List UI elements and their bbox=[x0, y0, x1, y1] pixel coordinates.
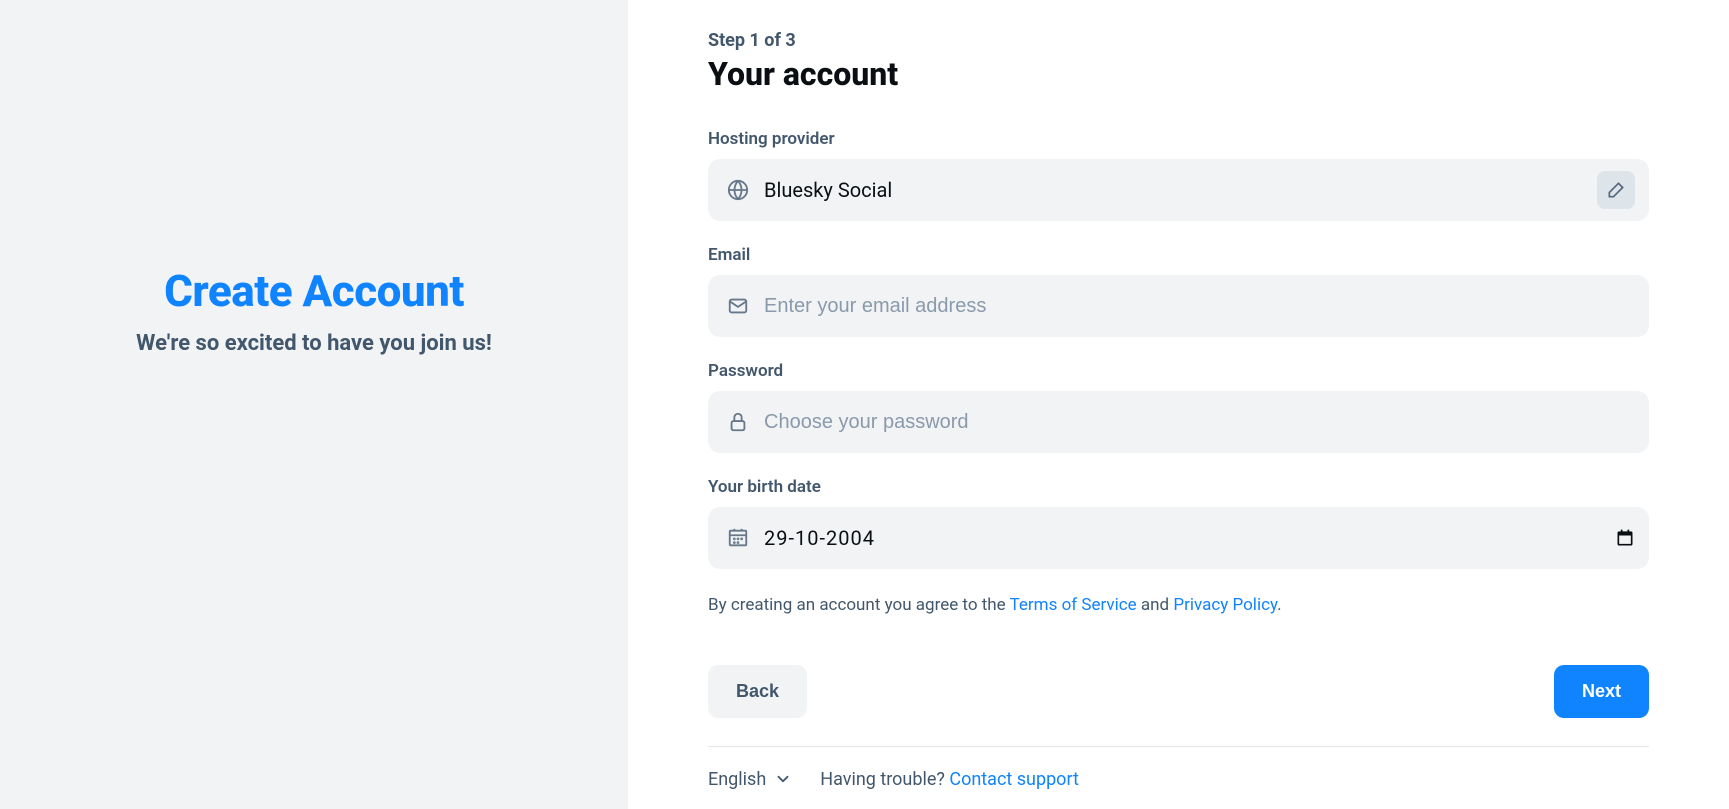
terms-suffix: . bbox=[1277, 595, 1281, 615]
birthdate-label: Your birth date bbox=[708, 477, 1649, 497]
left-subtitle: We're so excited to have you join us! bbox=[136, 331, 492, 356]
calendar-icon bbox=[1615, 528, 1635, 548]
password-label: Password bbox=[708, 361, 1649, 381]
hosting-provider-field[interactable]: Bluesky Social bbox=[708, 159, 1649, 221]
language-selector[interactable]: English bbox=[708, 769, 792, 790]
hosting-provider-value: Bluesky Social bbox=[764, 178, 1583, 202]
edit-hosting-button[interactable] bbox=[1597, 171, 1635, 209]
calendar-grid-icon bbox=[726, 526, 750, 550]
birthdate-field[interactable]: 29-10-2004 bbox=[708, 507, 1649, 569]
terms-prefix: By creating an account you agree to the bbox=[708, 595, 1010, 615]
terms-text: By creating an account you agree to the … bbox=[708, 593, 1649, 619]
email-input[interactable] bbox=[764, 295, 1635, 318]
support-text: Having trouble? Contact support bbox=[820, 769, 1079, 790]
footer-divider bbox=[708, 746, 1649, 747]
password-field-wrapper bbox=[708, 391, 1649, 453]
chevron-down-icon bbox=[774, 770, 792, 788]
right-panel: Step 1 of 3 Your account Hosting provide… bbox=[628, 0, 1729, 809]
trouble-prefix: Having trouble? bbox=[820, 769, 949, 790]
next-button[interactable]: Next bbox=[1554, 665, 1649, 718]
lock-icon bbox=[726, 410, 750, 434]
left-title-heading: Create Account bbox=[164, 265, 464, 317]
password-input[interactable] bbox=[764, 411, 1635, 434]
step-indicator: Step 1 of 3 bbox=[708, 30, 1649, 51]
email-field-wrapper bbox=[708, 275, 1649, 337]
language-label: English bbox=[708, 769, 766, 790]
globe-icon bbox=[726, 178, 750, 202]
footer-row: English Having trouble? Contact support bbox=[708, 769, 1649, 809]
page-title: Your account bbox=[708, 55, 1649, 93]
hosting-label: Hosting provider bbox=[708, 129, 1649, 149]
email-label: Email bbox=[708, 245, 1649, 265]
mail-icon bbox=[726, 294, 750, 318]
terms-of-service-link[interactable]: Terms of Service bbox=[1010, 595, 1137, 615]
birthdate-value: 29-10-2004 bbox=[764, 526, 1601, 550]
contact-support-link[interactable]: Contact support bbox=[949, 769, 1079, 790]
button-row: Back Next bbox=[708, 665, 1649, 718]
privacy-policy-link[interactable]: Privacy Policy bbox=[1173, 595, 1277, 615]
terms-and: and bbox=[1137, 595, 1174, 615]
back-button[interactable]: Back bbox=[708, 665, 807, 718]
app-root: Create Account We're so excited to have … bbox=[0, 0, 1729, 809]
left-panel: Create Account We're so excited to have … bbox=[0, 0, 628, 809]
pencil-icon bbox=[1606, 180, 1626, 200]
signup-form: Hosting provider Bluesky Social Email bbox=[708, 129, 1649, 809]
